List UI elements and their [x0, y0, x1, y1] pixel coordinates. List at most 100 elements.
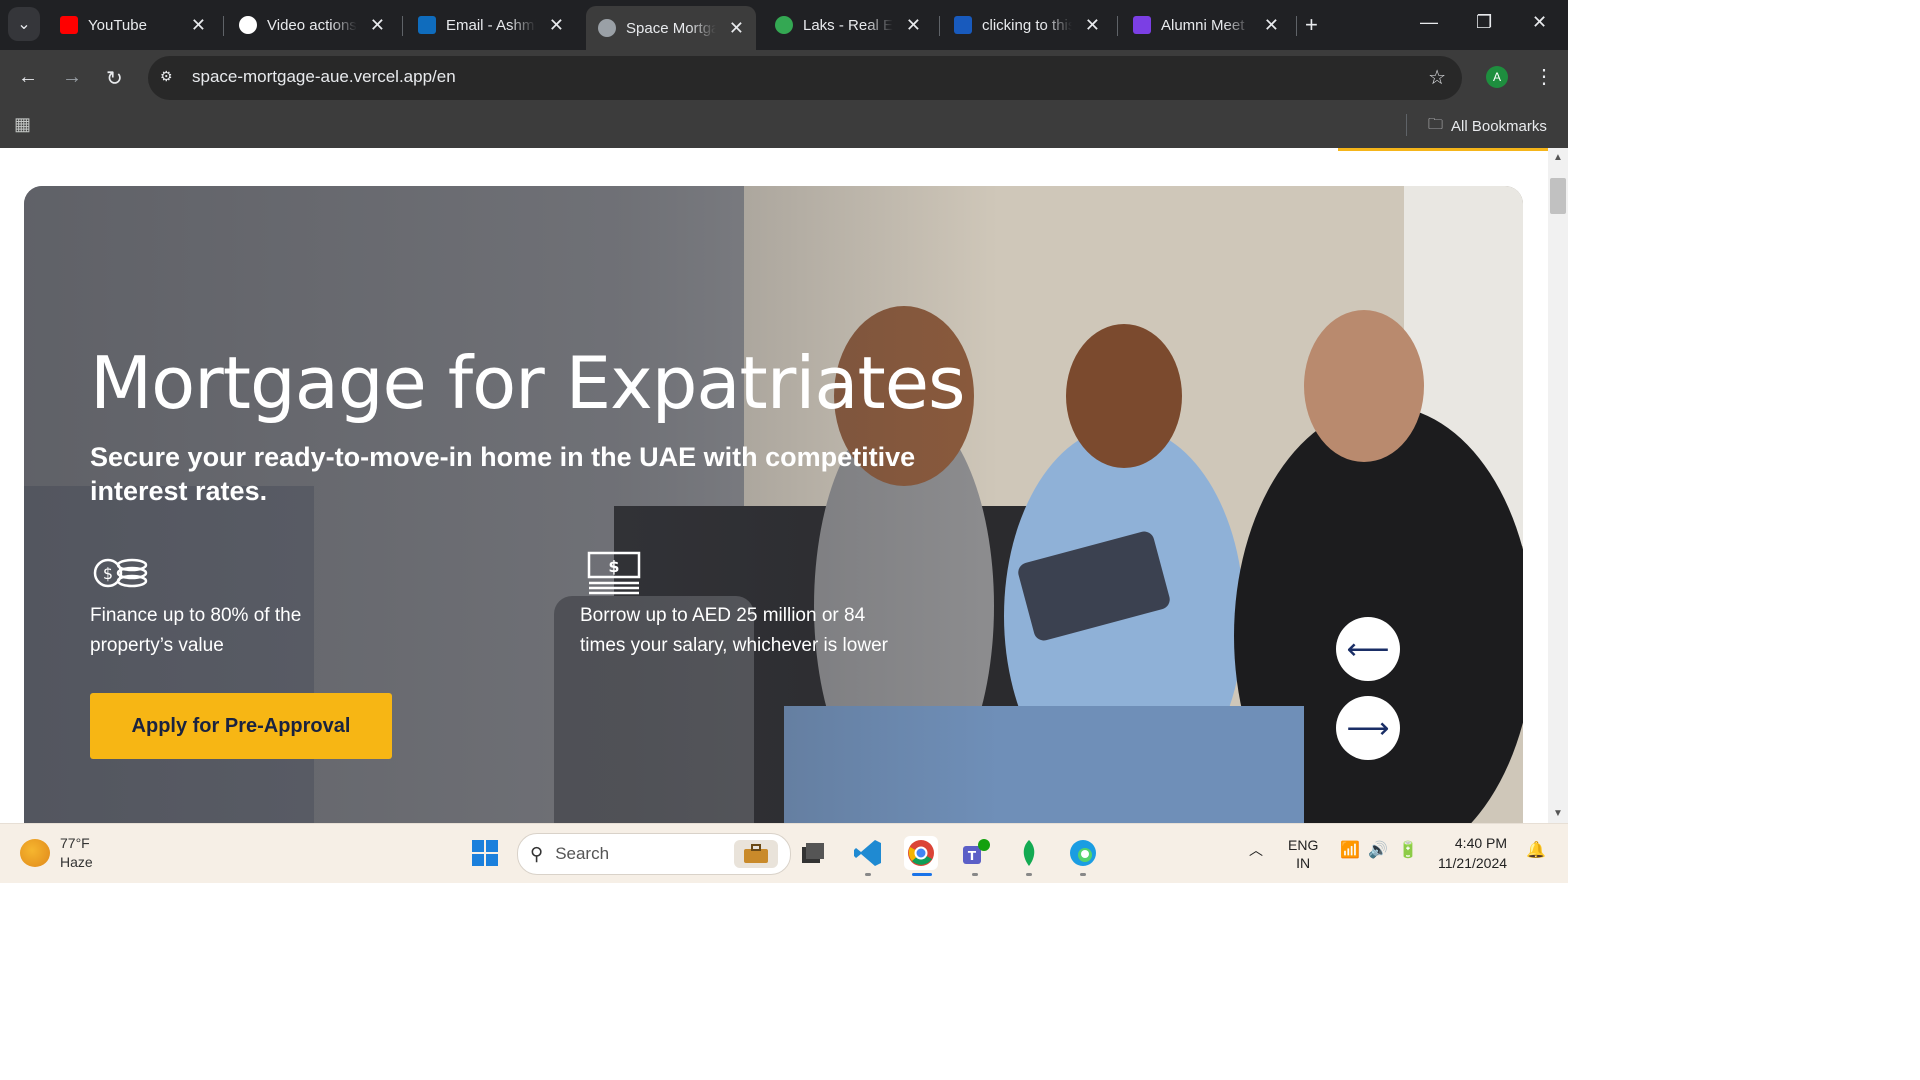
battery-icon[interactable]: 🔋 [1398, 840, 1418, 860]
feature-finance-text: Finance up to 80% of the property’s valu… [90, 605, 302, 656]
page-viewport: Mortgage for Expatriates Secure your rea… [0, 148, 1548, 823]
minimize-icon[interactable]: — [1420, 12, 1438, 33]
show-hidden-icons-chevron-icon[interactable]: ︿ [1249, 840, 1263, 860]
tab-divider [223, 16, 224, 36]
mongodb-app[interactable] [1012, 836, 1046, 870]
start-button[interactable] [468, 836, 502, 870]
arrow-left-icon: ⟵ [1346, 632, 1390, 666]
task-view-button[interactable] [796, 836, 830, 870]
running-indicator [1026, 873, 1032, 876]
svg-text:T: T [968, 849, 977, 863]
weather-description: Haze [60, 854, 93, 870]
tab-video-actions[interactable]: Video actions ✕ [227, 6, 397, 44]
profile-avatar[interactable]: A [1486, 66, 1508, 88]
language-line-2: IN [1296, 855, 1311, 871]
system-clock[interactable]: 4:40 PM 11/21/2024 [1438, 833, 1507, 873]
close-window-icon[interactable]: ✕ [1532, 12, 1547, 33]
vscode-app[interactable] [851, 836, 885, 870]
running-indicator [1080, 873, 1086, 876]
running-indicator [865, 873, 871, 876]
bookmarks-divider [1406, 114, 1407, 136]
tab-divider [1117, 16, 1118, 36]
apps-grid-icon[interactable]: ▦ [14, 114, 31, 135]
word-icon [954, 16, 972, 34]
reload-icon[interactable]: ↻ [106, 66, 123, 91]
hero-title: Mortgage for Expatriates [90, 341, 966, 425]
clock-time: 4:40 PM [1454, 835, 1508, 851]
weather-temperature: 77°F [60, 835, 90, 851]
language-indicator[interactable]: ENG IN [1288, 836, 1318, 872]
close-icon[interactable]: ✕ [906, 15, 921, 36]
close-icon[interactable]: ✕ [729, 18, 744, 39]
teams-icon: T [963, 839, 990, 864]
chevron-down-icon: ⌄ [17, 16, 31, 33]
folder-icon: 🗀 [1428, 116, 1444, 133]
tab-title: Space Mortgage [626, 19, 716, 37]
scroll-up-icon[interactable]: ▲ [1553, 152, 1563, 163]
running-indicator [972, 873, 978, 876]
close-icon[interactable]: ✕ [191, 15, 206, 36]
weather-widget[interactable]: 77°F Haze [20, 834, 93, 872]
volume-icon[interactable]: 🔊 [1368, 840, 1388, 860]
restore-icon[interactable]: ❐ [1476, 12, 1492, 33]
hero-banner: Mortgage for Expatriates Secure your rea… [24, 186, 1523, 823]
feature-finance: $ Finance up to 80% of the property’s va… [90, 551, 330, 661]
vscode-icon [854, 840, 881, 866]
tab-search-button[interactable]: ⌄ [8, 7, 40, 41]
scroll-thumb[interactable] [1550, 178, 1566, 214]
all-bookmarks-button[interactable]: 🗀 All Bookmarks [1428, 114, 1547, 139]
new-tab-button[interactable]: + [1305, 12, 1318, 38]
scroll-down-icon[interactable]: ▼ [1553, 808, 1563, 819]
tab-divider [1296, 16, 1297, 36]
tab-alumni-meet[interactable]: Alumni Meet ✕ [1121, 6, 1291, 44]
address-bar[interactable]: ⚙ space-mortgage-aue.vercel.app/en ☆ [148, 56, 1462, 100]
back-icon[interactable]: ← [18, 66, 38, 89]
tab-email[interactable]: Email - Ashmit ✕ [406, 6, 576, 44]
header-accent-bar [1338, 148, 1548, 151]
task-view-icon [802, 843, 824, 863]
tab-word-doc[interactable]: clicking to this ✕ [942, 6, 1112, 44]
teams-app[interactable]: T [958, 836, 992, 870]
apply-pre-approval-button[interactable]: Apply for Pre-Approval [90, 693, 392, 759]
close-icon[interactable]: ✕ [1085, 15, 1100, 36]
tab-youtube[interactable]: YouTube ✕ [48, 6, 218, 44]
bookmark-star-icon[interactable]: ☆ [1428, 65, 1446, 90]
tab-title: Email - Ashmit [446, 16, 536, 34]
close-icon[interactable]: ✕ [370, 15, 385, 36]
carousel-next-button[interactable]: ⟶ [1336, 696, 1400, 760]
taskbar-search[interactable]: ⚲ Search [517, 833, 791, 875]
windows-logo-icon [472, 840, 498, 866]
tab-space-mortgage[interactable]: Space Mortgage ✕ [586, 6, 756, 50]
tab-strip: ⌄ YouTube ✕ Video actions ✕ Email - Ashm… [0, 0, 1568, 50]
chrome-icon [908, 840, 934, 866]
svg-text:$: $ [103, 564, 113, 583]
clock-date: 11/21/2024 [1438, 855, 1508, 871]
globe-icon [598, 19, 616, 37]
site-settings-icon[interactable]: ⚙ [160, 68, 173, 85]
bookmarks-bar: ▦ 🗀 All Bookmarks [0, 106, 1568, 148]
close-icon[interactable]: ✕ [549, 15, 564, 36]
clover-icon [775, 16, 793, 34]
chatgpt-icon [239, 16, 257, 34]
close-icon[interactable]: ✕ [1264, 15, 1279, 36]
more-options-icon[interactable]: ⋮ [1534, 64, 1554, 89]
notifications-icon[interactable]: 🔔 [1526, 840, 1546, 860]
tab-title: Video actions [267, 16, 357, 34]
tab-title: clicking to this [982, 16, 1072, 34]
language-line-1: ENG [1288, 837, 1319, 853]
wifi-icon[interactable]: 📶 [1340, 840, 1360, 860]
url-text[interactable]: space-mortgage-aue.vercel.app/en [192, 67, 456, 87]
forward-icon[interactable]: → [62, 66, 82, 89]
youtube-icon [60, 16, 78, 34]
tab-title: YouTube [88, 16, 147, 34]
browser-toolbar: ← → ↻ ⚙ space-mortgage-aue.vercel.app/en… [0, 50, 1568, 106]
edge-app[interactable] [1066, 836, 1100, 870]
page-scrollbar[interactable]: ▲ ▼ [1548, 148, 1568, 823]
carousel-prev-button[interactable]: ⟵ [1336, 617, 1400, 681]
outlook-icon [418, 16, 436, 34]
feature-borrow: $ Borrow up to AED 25 million or 84 time… [580, 551, 910, 661]
tab-laks-real-estate[interactable]: Laks - Real Est ✕ [763, 6, 933, 44]
chrome-app[interactable] [904, 836, 938, 870]
briefcase-icon [734, 840, 778, 868]
coins-icon: $ [93, 558, 148, 588]
